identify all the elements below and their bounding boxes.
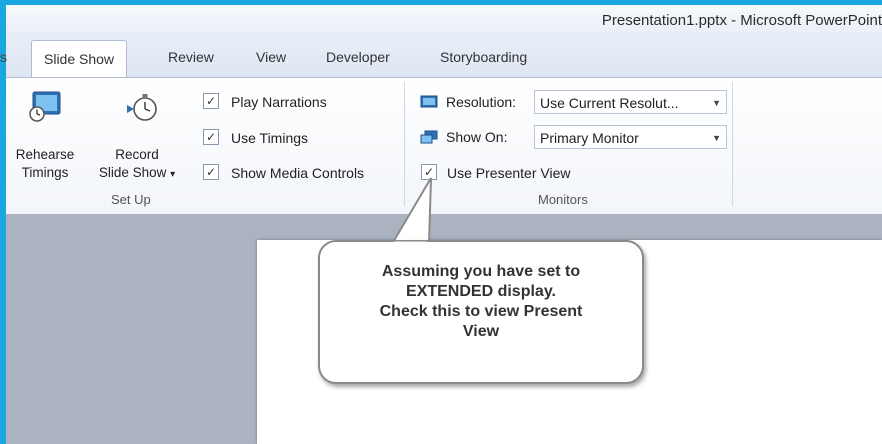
resolution-value: Use Current Resolut... [540, 95, 679, 111]
rehearse-line2: Timings [21, 165, 69, 180]
show-on-label: Show On: [446, 129, 508, 145]
tab-partial-label: s [0, 49, 7, 65]
rehearse-timings-button[interactable]: Rehearse Timings [14, 146, 76, 182]
record-dropdown-icon[interactable]: ▾ [170, 169, 175, 180]
powerpoint-window: Presentation1.pptx - Microsoft PowerPoin… [0, 0, 882, 444]
use-timings-checkbox[interactable]: ✓ [203, 129, 219, 145]
show-on-combo[interactable]: Primary Monitor ▼ [534, 125, 727, 149]
monitors-group-label: Monitors [538, 192, 588, 207]
tab-view[interactable]: View [256, 49, 286, 65]
use-presenter-view-checkbox[interactable]: ✓ [421, 164, 437, 180]
window-title: Presentation1.pptx - Microsoft PowerPoin… [601, 12, 882, 29]
record-line2: Slide Show [98, 165, 167, 180]
show-media-controls-checkbox[interactable]: ✓ [203, 164, 219, 180]
resolution-combo[interactable]: Use Current Resolut... ▼ [534, 90, 727, 114]
rehearse-line1: Rehearse [15, 147, 75, 162]
rehearse-timings-icon[interactable] [28, 90, 62, 127]
tab-storyboarding[interactable]: Storyboarding [440, 49, 527, 65]
use-timings-label: Use Timings [231, 130, 309, 146]
play-narrations-label: Play Narrations [231, 94, 327, 110]
tab-slide-show[interactable]: Slide Show [31, 40, 128, 78]
tab-developer[interactable]: Developer [326, 49, 390, 65]
ribbon-tab-bar: Slide Show Review View Developer Storybo… [6, 35, 882, 78]
group-separator [404, 82, 405, 206]
title-bar: Presentation1.pptx - Microsoft PowerPoin… [6, 5, 882, 35]
setup-group-label: Set Up [111, 192, 151, 207]
record-slide-show-button[interactable]: Record Slide Show ▾ [92, 146, 182, 184]
monitor-icon [420, 130, 438, 148]
ribbon-panel: Rehearse Timings Record Slide Show ▾ ✓ P… [6, 77, 882, 215]
chevron-down-icon[interactable]: ▼ [712, 91, 721, 115]
show-on-value: Primary Monitor [540, 130, 639, 146]
stopwatch-icon[interactable] [126, 92, 160, 127]
play-narrations-checkbox[interactable]: ✓ [203, 93, 219, 109]
resolution-label: Resolution: [446, 94, 517, 110]
tab-review[interactable]: Review [168, 49, 214, 65]
callout-bubble: Assuming you have set to EXTENDED displa… [318, 240, 644, 384]
group-separator [732, 82, 733, 206]
record-line1: Record [115, 147, 159, 162]
callout-text: Assuming you have set to EXTENDED displa… [379, 263, 583, 340]
show-media-controls-label: Show Media Controls [231, 165, 365, 181]
chevron-down-icon[interactable]: ▼ [712, 126, 721, 150]
use-presenter-view-label: Use Presenter View [447, 165, 571, 181]
resolution-icon [420, 95, 438, 112]
